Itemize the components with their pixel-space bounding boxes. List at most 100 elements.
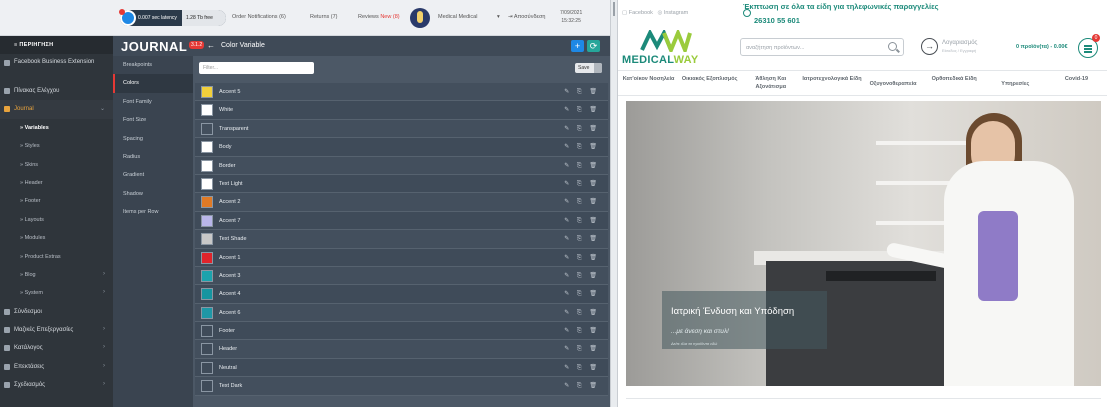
sidebar-item-bulk-edit[interactable]: Μαζικές Επεξεργασίες › [0,321,113,339]
sidebar-item-dashboard[interactable]: Πίνακας Ελέγχου [0,82,113,100]
row-actions[interactable]: ✎ ⎘ 🗑 [564,162,600,170]
nav-item-services[interactable]: Υπηρεσίες [985,71,1046,95]
variable-row[interactable]: Accent 3 ✎ ⎘ 🗑 [195,266,608,286]
color-swatch[interactable] [201,361,213,374]
variable-row[interactable]: Body ✎ ⎘ 🗑 [195,138,608,157]
sidebar-item-catalog[interactable]: Κατάλογος › [0,339,113,357]
color-swatch[interactable] [201,233,213,246]
row-actions[interactable]: ✎ ⎘ 🗑 [564,217,600,225]
search-input[interactable]: αναζήτηση προϊόντων... [740,38,904,56]
sync-button[interactable]: ⟳ [587,40,600,52]
sidebar-item-links[interactable]: Σύνδεσμοι [0,303,113,321]
tab-colors[interactable]: Colors [113,74,193,93]
sidebar-item-variables[interactable]: » Variables [0,119,113,137]
color-swatch[interactable] [201,86,213,98]
nav-item-home-equipment[interactable]: Οικιακός Εξοπλισμός [679,71,740,95]
sidebar-item-header[interactable]: » Header [0,174,113,192]
tab-spacing[interactable]: Spacing [113,130,193,148]
color-swatch[interactable] [201,343,213,356]
color-swatch[interactable] [201,159,213,172]
variable-row[interactable]: White ✎ ⎘ 🗑 [195,101,608,120]
color-swatch[interactable] [201,104,213,117]
tab-items-per-row[interactable]: Items per Row [113,203,193,221]
hero-slider[interactable]: Ιατρική Ένδυση και Υπόδηση ...με άνεση κ… [626,101,1101,386]
nav-item-medical-devices[interactable]: Ιατροτεχνολογικά Είδη [801,71,862,95]
row-actions[interactable]: ✎ ⎘ 🗑 [564,235,600,243]
row-actions[interactable]: ✎ ⎘ 🗑 [564,180,600,188]
variable-row[interactable]: Text Dark ✎ ⎘ 🗑 [195,377,608,396]
row-actions[interactable]: ✎ ⎘ 🗑 [564,106,600,114]
hero-link[interactable]: Δείτε όλα τα προϊόντα εδώ [671,341,717,346]
filter-input[interactable]: Filter... [199,62,314,74]
nav-item-fitness[interactable]: Άθληση Και Αξονάτισμα [740,71,801,95]
sidebar-item-modules[interactable]: » Modules [0,229,113,247]
color-swatch[interactable] [201,122,213,135]
tab-radius[interactable]: Radius [113,148,193,166]
row-actions[interactable]: ✎ ⎘ 🗑 [564,309,600,317]
color-swatch[interactable] [201,196,213,209]
variable-row[interactable]: Text Light ✎ ⎘ 🗑 [195,174,608,194]
color-swatch[interactable] [201,251,213,264]
row-actions[interactable]: ✎ ⎘ 🗑 [564,290,600,298]
row-actions[interactable]: ✎ ⎘ 🗑 [564,364,600,372]
color-swatch[interactable] [201,177,213,190]
variable-row[interactable]: Neutral ✎ ⎘ 🗑 [195,358,608,378]
row-actions[interactable]: ✎ ⎘ 🗑 [564,198,600,206]
variable-row[interactable]: Accent 5 ✎ ⎘ 🗑 [195,83,608,102]
add-button[interactable]: + [571,40,584,52]
row-actions[interactable]: ✎ ⎘ 🗑 [564,272,600,280]
variable-row[interactable]: Accent 4 ✎ ⎘ 🗑 [195,285,608,304]
sidebar-item-design[interactable]: Σχεδιασμός › [0,376,113,394]
medicalway-logo-icon[interactable] [640,30,692,52]
facebook-link[interactable]: ▢ Facebook [622,10,653,16]
nav-item-home-care[interactable]: Κατ'οίκον Νοσηλεία [618,71,679,95]
account-arrow-icon[interactable]: → [921,38,938,55]
store-logo-text[interactable]: MEDICALWAY [622,54,699,66]
tab-font-size[interactable]: Font Size [113,111,193,129]
sidebar-item-extensions[interactable]: Επεκτάσεις › [0,358,113,376]
search-icon[interactable] [888,42,897,51]
row-actions[interactable]: ✎ ⎘ 🗑 [564,88,600,96]
nav-item-orthopedic[interactable]: Ορθοπεδικά Είδη [924,71,985,95]
tab-breakpoints[interactable]: Breakpoints [113,56,193,74]
split-divider[interactable] [610,0,618,407]
tab-font-family[interactable]: Font Family [113,93,193,111]
color-swatch[interactable] [201,288,213,301]
color-swatch[interactable] [201,214,213,227]
back-arrow-icon[interactable]: ← [207,41,215,50]
save-button[interactable]: Save [575,63,602,73]
sidebar-item-journal[interactable]: Journal ⌄ [0,100,113,119]
order-notifications-link[interactable]: Order Notifications (6) [232,14,286,20]
sidebar-item-footer[interactable]: » Footer [0,192,113,210]
sidebar-item-facebook[interactable]: Facebook Business Extension [0,54,113,82]
row-actions[interactable]: ✎ ⎘ 🗑 [564,125,600,133]
account-link[interactable]: Λογαριασμός [942,40,977,46]
instagram-link[interactable]: ◎ Instagram [657,10,688,16]
sidebar-item-system[interactable]: » System › [0,284,113,302]
sidebar-item-blog[interactable]: » Blog › [0,266,113,284]
variable-row[interactable]: Accent 7 ✎ ⎘ 🗑 [195,211,608,231]
sidebar-item-layouts[interactable]: » Layouts [0,211,113,229]
row-actions[interactable]: ✎ ⎘ 🗑 [564,254,600,262]
variable-row[interactable]: Accent 1 ✎ ⎘ 🗑 [195,248,608,267]
tab-gradient[interactable]: Gradient [113,166,193,184]
variable-row[interactable]: Footer ✎ ⎘ 🗑 [195,322,608,341]
variable-row[interactable]: Header ✎ ⎘ 🗑 [195,340,608,359]
sidebar-item-product-extras[interactable]: » Product Extras [0,248,113,266]
user-avatar[interactable] [410,8,430,28]
variable-row[interactable]: Accent 2 ✎ ⎘ 🗑 [195,193,608,212]
sidebar-item-skins[interactable]: » Skins [0,156,113,174]
phone-number[interactable]: 26310 55 601 [754,16,800,25]
row-actions[interactable]: ✎ ⎘ 🗑 [564,345,600,353]
variable-row[interactable]: Text Shade ✎ ⎘ 🗑 [195,230,608,249]
user-menu[interactable]: Medical Medical [438,14,477,20]
color-swatch[interactable] [201,141,213,154]
color-swatch[interactable] [201,269,213,282]
variable-row[interactable]: Border ✎ ⎘ 🗑 [195,156,608,175]
nav-item-covid[interactable]: Covid-19 [1046,71,1107,95]
nav-item-oxygen-therapy[interactable]: Οξυγονοθεραπεία [863,71,924,95]
variable-row[interactable]: Accent 6 ✎ ⎘ 🗑 [195,303,608,323]
color-swatch[interactable] [201,306,213,319]
color-swatch[interactable] [201,325,213,338]
cart-summary[interactable]: 0 προϊόν(τα) - 0.00€ [1016,44,1068,50]
